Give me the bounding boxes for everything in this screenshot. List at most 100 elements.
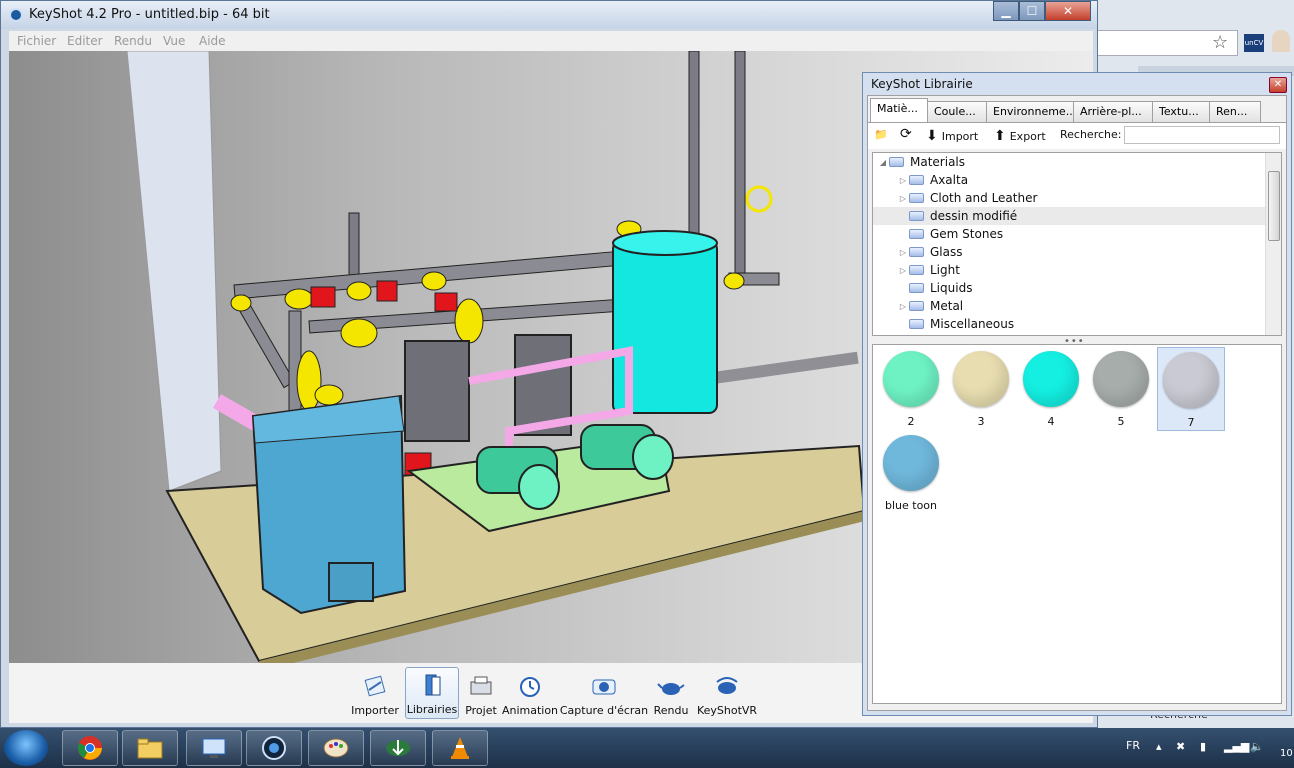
- close-button[interactable]: ✕: [1045, 1, 1091, 21]
- tray-volume-icon[interactable]: 🔈: [1250, 740, 1264, 753]
- tree-item-materials[interactable]: ◢ Materials: [873, 153, 1267, 171]
- tab-arriere-plans[interactable]: Arrière-pl...: [1073, 101, 1153, 122]
- importer-label: Importer: [351, 704, 399, 717]
- material-swatch: [1163, 352, 1219, 408]
- tree-scrollbar[interactable]: [1265, 153, 1281, 335]
- library-icon: [425, 674, 441, 696]
- tree-item-glass[interactable]: ▷ Glass: [873, 243, 1281, 261]
- download-manager-icon: [386, 740, 410, 756]
- chrome-icon: [78, 736, 102, 760]
- camera-icon: [592, 679, 616, 695]
- tab-environnements[interactable]: Environneme...: [986, 101, 1074, 122]
- scrollbar-thumb[interactable]: [1268, 171, 1280, 241]
- folder-icon: [909, 175, 924, 185]
- material-thumb-3[interactable]: 3: [947, 347, 1015, 431]
- tree-item-label: dessin modifié: [930, 209, 1018, 223]
- title-bar[interactable]: KeyShot 4.2 Pro - untitled.bip - 64 bit …: [1, 1, 1097, 29]
- material-thumb-5[interactable]: 5: [1087, 347, 1155, 431]
- paint-palette-icon: [323, 738, 349, 758]
- menu-vue[interactable]: Vue: [163, 34, 185, 48]
- folder-icon: [909, 301, 924, 311]
- taskbar-paint[interactable]: [308, 730, 364, 766]
- capture-ecran-label: Capture d'écran: [559, 704, 649, 717]
- tree-item-liquids[interactable]: Liquids: [873, 279, 1281, 297]
- tab-couleurs[interactable]: Coule...: [927, 101, 987, 122]
- folder-icon: [889, 157, 904, 167]
- taskbar-keyshot[interactable]: [246, 730, 302, 766]
- library-tabs: Matiè... Coule... Environneme... Arrière…: [870, 98, 1261, 122]
- taskbar-vlc[interactable]: [432, 730, 488, 766]
- uncv-extension-icon[interactable]: unCV: [1244, 34, 1264, 52]
- material-thumb-2[interactable]: 2: [877, 347, 945, 431]
- library-close-button[interactable]: ✕: [1269, 77, 1287, 93]
- expand-arrow-icon[interactable]: ▷: [897, 266, 909, 275]
- capture-ecran-button[interactable]: Capture d'écran: [559, 667, 649, 719]
- tree-item-light[interactable]: ▷ Light: [873, 261, 1281, 279]
- keyshotvr-button[interactable]: KeyShotVR: [695, 667, 759, 719]
- animation-icon: [520, 677, 540, 697]
- export-label: Export: [1009, 129, 1046, 143]
- export-arrow-icon: ⬆: [994, 128, 1006, 144]
- importer-button[interactable]: Importer: [349, 667, 401, 719]
- menu-aide[interactable]: Aide: [199, 34, 226, 48]
- tree-item-miscellaneous[interactable]: Miscellaneous: [873, 315, 1281, 333]
- tab-textures[interactable]: Textu...: [1152, 101, 1210, 122]
- taskbar-remote-desktop[interactable]: [186, 730, 242, 766]
- tray-clock[interactable]: 10: [1280, 748, 1293, 759]
- language-indicator[interactable]: FR: [1126, 739, 1140, 752]
- material-thumb-blue-toon[interactable]: blue toon: [877, 431, 945, 515]
- tree-item-metal[interactable]: ▷ Metal: [873, 297, 1281, 315]
- material-thumb-7[interactable]: 7: [1157, 347, 1225, 431]
- menu-editer[interactable]: Editer: [67, 34, 103, 48]
- add-folder-icon[interactable]: 📁: [874, 128, 888, 141]
- export-button[interactable]: ⬆ Export: [994, 128, 1046, 144]
- animation-button[interactable]: Animation: [502, 667, 558, 719]
- material-label: 3: [977, 415, 985, 428]
- teapot-icon: [657, 683, 685, 695]
- tree-item-label: Liquids: [930, 281, 973, 295]
- projet-button[interactable]: Projet: [461, 667, 501, 719]
- tray-power-icon[interactable]: ▮: [1200, 740, 1206, 753]
- tree-item-gem-stones[interactable]: Gem Stones: [873, 225, 1281, 243]
- folder-icon: [909, 229, 924, 239]
- taskbar-downloader[interactable]: [370, 730, 426, 766]
- tab-rendus[interactable]: Ren...: [1209, 101, 1261, 122]
- tree-item-axalta[interactable]: ▷ Axalta: [873, 171, 1281, 189]
- bookmark-star-icon[interactable]: ☆: [1212, 32, 1228, 53]
- rendu-button[interactable]: Rendu: [651, 667, 691, 719]
- minimize-button[interactable]: ▁: [993, 1, 1019, 21]
- tray-signal-icon[interactable]: ▂▄▆: [1224, 740, 1249, 753]
- material-thumb-4[interactable]: 4: [1017, 347, 1085, 431]
- start-button[interactable]: [4, 730, 48, 766]
- library-title: KeyShot Librairie: [871, 77, 973, 91]
- expand-arrow-icon[interactable]: ▷: [897, 248, 909, 257]
- projet-label: Projet: [465, 704, 497, 717]
- expand-arrow-icon[interactable]: ▷: [897, 302, 909, 311]
- user-profile-icon[interactable]: [1272, 30, 1290, 52]
- tray-chevron-icon[interactable]: ▴: [1156, 740, 1162, 753]
- tab-materiaux[interactable]: Matiè...: [870, 98, 928, 122]
- import-label: Import: [941, 129, 979, 143]
- taskbar-explorer[interactable]: [122, 730, 178, 766]
- tree-item-label: Light: [930, 263, 960, 277]
- refresh-icon[interactable]: ⟳: [900, 126, 912, 142]
- collapse-arrow-icon[interactable]: ◢: [877, 158, 889, 167]
- material-swatch: [883, 351, 939, 407]
- search-input[interactable]: [1124, 126, 1280, 144]
- expand-arrow-icon[interactable]: ▷: [897, 176, 909, 185]
- tree-item-label: Materials: [910, 155, 966, 169]
- menu-rendu[interactable]: Rendu: [114, 34, 152, 48]
- search-label: Recherche:: [1060, 128, 1122, 141]
- tree-item-label: Cloth and Leather: [930, 191, 1038, 205]
- taskbar-chrome[interactable]: [62, 730, 118, 766]
- expand-arrow-icon[interactable]: ▷: [897, 194, 909, 203]
- maximize-button[interactable]: ☐: [1019, 1, 1045, 21]
- librairies-button[interactable]: Librairies: [405, 667, 459, 719]
- import-button[interactable]: ⬇ Import: [926, 128, 978, 144]
- tree-item-dessin-modifie[interactable]: dessin modifié: [873, 207, 1281, 225]
- menu-fichier[interactable]: Fichier: [17, 34, 56, 48]
- material-swatch: [1093, 351, 1149, 407]
- tree-item-cloth-and-leather[interactable]: ▷ Cloth and Leather: [873, 189, 1281, 207]
- project-icon: [470, 676, 492, 695]
- tray-network-error-icon[interactable]: ✖: [1176, 740, 1185, 753]
